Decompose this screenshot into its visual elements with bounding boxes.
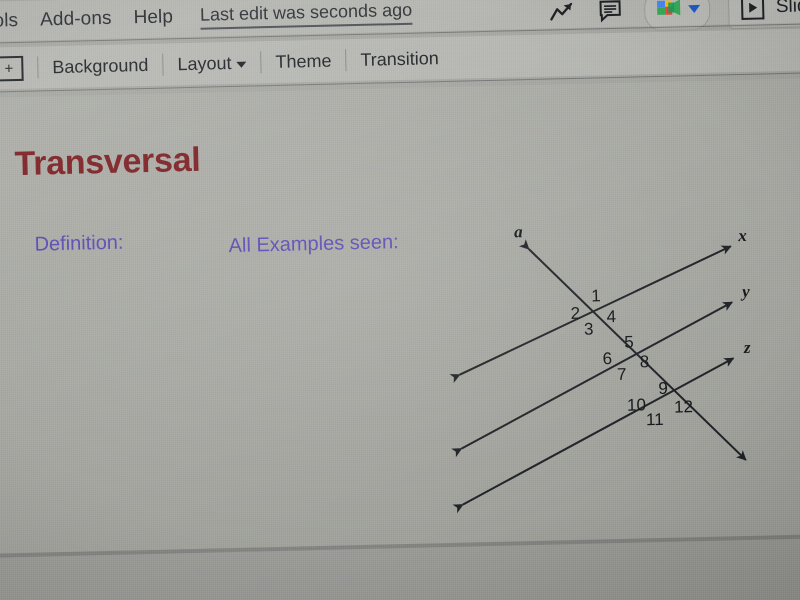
angle-number: 8 <box>640 352 650 371</box>
toolbar-separator <box>260 51 262 74</box>
parallel-line-z <box>452 357 735 514</box>
toolbar-background[interactable]: Background <box>52 54 149 77</box>
transversal-diagram[interactable]: a x y z 1 2 3 4 5 6 7 8 9 10 11 12 <box>434 207 781 515</box>
photographed-screen: Tools Add-ons Help Last edit was seconds… <box>0 0 800 600</box>
angle-number: 11 <box>646 410 664 429</box>
examples-label[interactable]: All Examples seen: <box>228 231 399 258</box>
chevron-down-icon[interactable] <box>687 4 700 14</box>
chevron-down-icon <box>236 61 247 68</box>
angle-number: 9 <box>658 379 668 398</box>
screen-content: Tools Add-ons Help Last edit was seconds… <box>0 0 800 600</box>
slideshow-button-label: Slidesh <box>775 0 800 18</box>
angle-number: 6 <box>602 349 612 368</box>
menu-item-tools[interactable]: Tools <box>0 10 29 33</box>
angle-number: 2 <box>570 304 580 323</box>
line-label-x: x <box>737 226 747 245</box>
toolbar-separator <box>345 49 347 72</box>
new-slide-icon[interactable]: + <box>0 55 24 82</box>
play-icon <box>740 0 765 20</box>
last-edit-status[interactable]: Last edit was seconds ago <box>199 0 413 30</box>
toolbar-separator <box>37 56 39 79</box>
google-meet-icon <box>654 0 685 25</box>
toolbar-layout[interactable]: Layout <box>177 52 247 75</box>
definition-label[interactable]: Definition: <box>34 232 123 257</box>
parallel-line-y <box>451 301 733 458</box>
line-label-z: z <box>743 338 751 357</box>
transversal-line-a <box>518 239 747 461</box>
angle-number: 4 <box>606 307 616 326</box>
parallel-line-x <box>449 245 732 383</box>
angle-number: 3 <box>584 320 594 339</box>
line-label-a: a <box>514 222 523 241</box>
trending-up-icon[interactable] <box>548 0 579 27</box>
menu-item-add-ons[interactable]: Add-ons <box>29 8 123 32</box>
angle-number: 5 <box>624 333 634 352</box>
comment-icon[interactable] <box>596 0 627 26</box>
angle-number: 10 <box>627 395 646 414</box>
angle-number: 1 <box>591 286 601 305</box>
page-title[interactable]: Transversal <box>14 141 201 184</box>
toolbar-separator <box>162 53 164 76</box>
toolbar-transition[interactable]: Transition <box>360 48 439 71</box>
toolbar-theme[interactable]: Theme <box>275 50 332 72</box>
angle-number: 7 <box>617 365 627 384</box>
menu-item-help[interactable]: Help <box>122 6 184 29</box>
toolbar-layout-label: Layout <box>177 52 232 74</box>
line-label-y: y <box>740 282 750 301</box>
angle-number: 12 <box>674 397 693 416</box>
